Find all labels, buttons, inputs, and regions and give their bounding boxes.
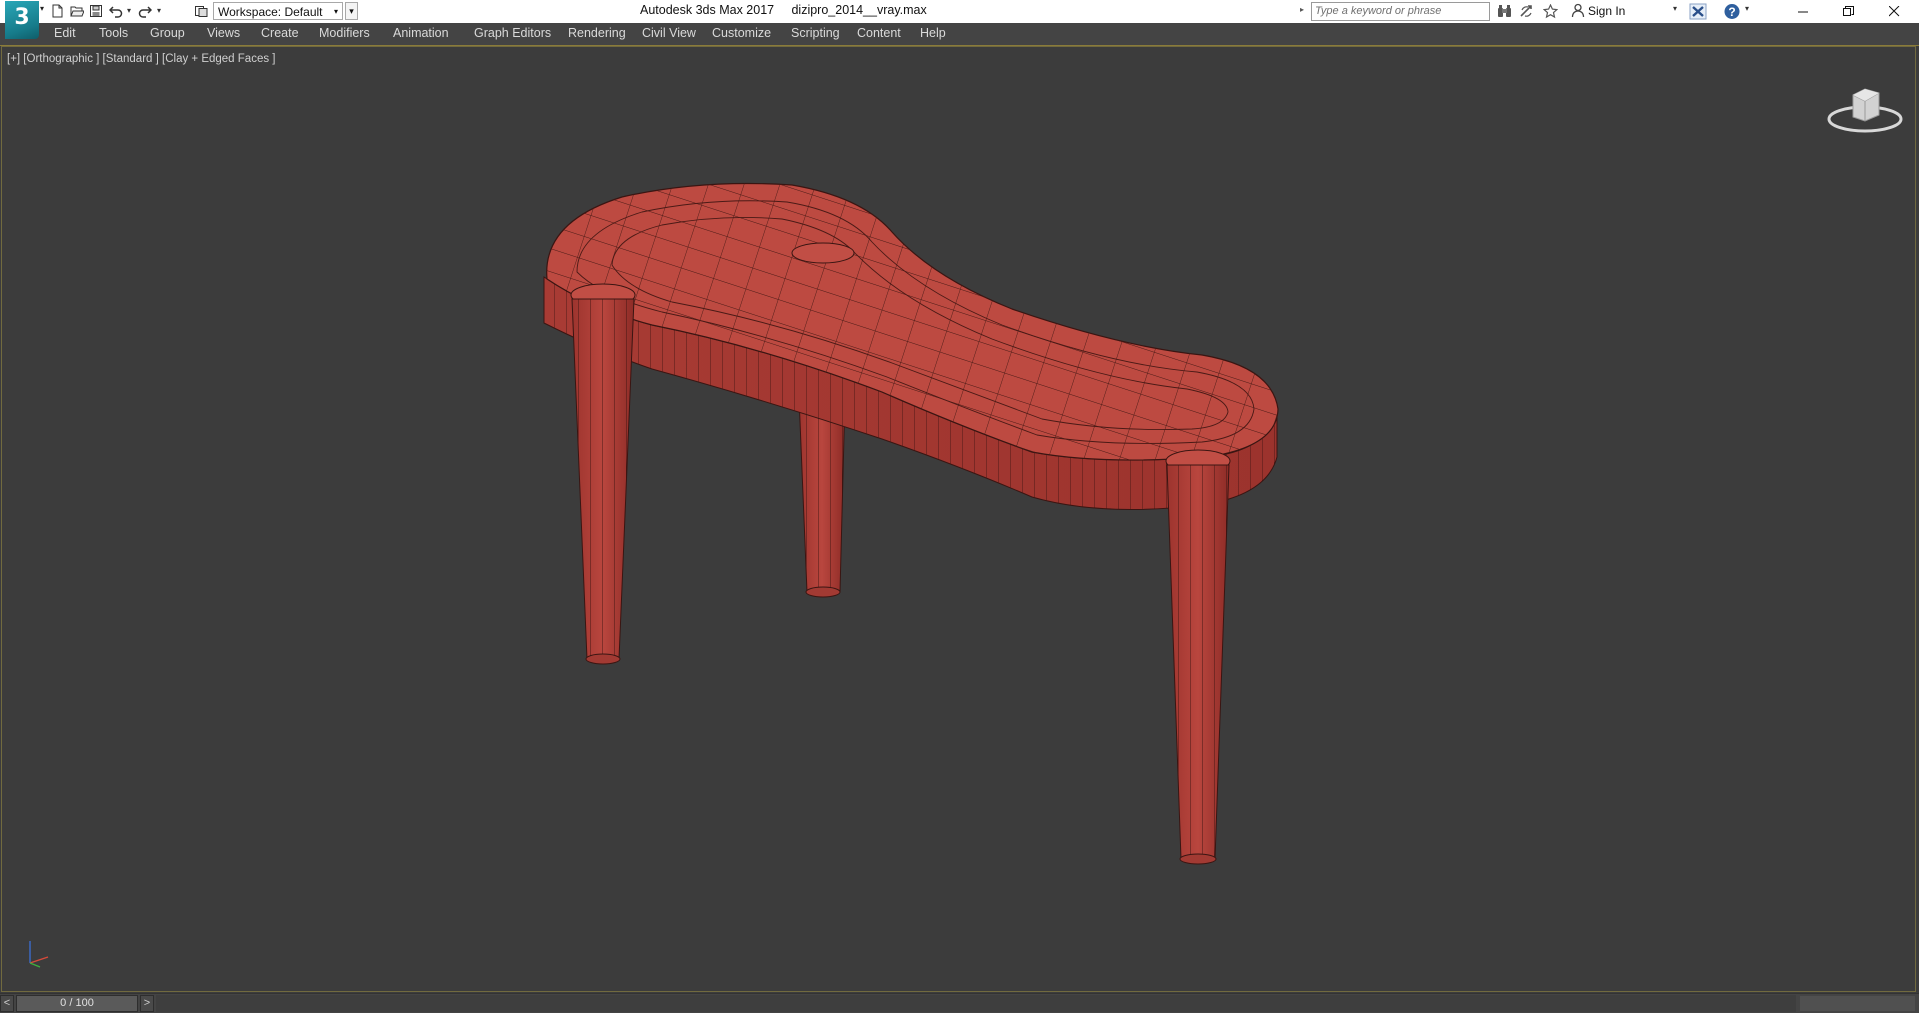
exchange-icon[interactable] [1516,2,1536,21]
time-slider-track[interactable] [156,995,1796,1012]
menu-graph-editors[interactable]: Graph Editors [474,26,551,40]
chevron-down-icon[interactable]: ▾ [1745,4,1749,13]
scroll-handle[interactable] [1800,996,1915,1011]
chevron-down-icon: ▾ [333,7,338,16]
undo-icon[interactable] [106,2,126,20]
autodesk-x-icon[interactable] [1688,2,1708,21]
chevron-down-icon[interactable]: ▾ [1673,4,1677,13]
front-left-leg [571,298,635,665]
menu-views[interactable]: Views [207,26,240,40]
back-leg [798,396,846,598]
open-folder-icon[interactable] [67,2,87,20]
menu-civil-view[interactable]: Civil View [642,26,696,40]
collapse-search-icon[interactable]: ▸ [1300,5,1308,17]
undo-dropdown-icon[interactable]: ▾ [125,3,133,17]
time-slider-thumb[interactable]: 0 / 100 [16,995,138,1012]
workspace-label: Workspace: Default [218,5,323,19]
time-slider-bar: < 0 / 100 > [0,993,1919,1013]
new-file-icon[interactable] [47,2,67,20]
sign-in-button[interactable]: Sign In [1588,4,1625,18]
redo-dropdown-icon[interactable]: ▾ [155,3,163,17]
workspace-menu-button[interactable]: ▾ [345,2,358,20]
title-bar: 3 ▾ ▾ ▾ Workspace: Default ▾ ▾ Autodesk … [0,0,1919,39]
menu-tools[interactable]: Tools [99,26,128,40]
restore-button[interactable] [1826,0,1871,23]
axis-tripod-icon [29,941,49,968]
svg-text:?: ? [1728,5,1735,19]
menu-group[interactable]: Group [150,26,185,40]
menu-create[interactable]: Create [261,26,299,40]
front-right-leg [1166,464,1230,865]
menu-scripting[interactable]: Scripting [791,26,840,40]
project-folder-icon[interactable] [191,2,211,20]
back-leg-cap [791,242,855,264]
help-icon[interactable]: ? [1722,2,1742,21]
user-icon[interactable] [1571,3,1585,18]
binoculars-icon[interactable] [1494,2,1514,21]
menu-customize[interactable]: Customize [712,26,771,40]
search-input[interactable]: Type a keyword or phrase [1311,2,1490,21]
close-button[interactable] [1872,0,1917,23]
menu-edit[interactable]: Edit [54,26,76,40]
menu-help[interactable]: Help [920,26,946,40]
save-icon[interactable] [86,2,106,20]
menu-modifiers[interactable]: Modifiers [319,26,370,40]
window-title: Autodesk 3ds Max 2017 dizipro_2014__vray… [640,3,927,17]
next-frame-button[interactable]: > [140,995,154,1012]
menu-bar: Edit Tools Group Views Create Modifiers … [0,23,1919,46]
workspace-dropdown[interactable]: Workspace: Default ▾ [213,2,343,20]
viewport-scene[interactable] [2,47,1916,992]
redo-icon[interactable] [135,2,155,20]
previous-frame-button[interactable]: < [0,995,14,1012]
minimize-button[interactable] [1781,0,1826,23]
application-menu-button[interactable]: 3 [5,1,39,39]
perspective-viewport[interactable]: [+] [Orthographic ] [Standard ] [Clay + … [1,46,1916,992]
menu-animation[interactable]: Animation [393,26,449,40]
viewcube-icon[interactable] [1825,81,1905,139]
menu-rendering[interactable]: Rendering [568,26,626,40]
menu-content[interactable]: Content [857,26,901,40]
star-icon[interactable] [1540,2,1560,21]
